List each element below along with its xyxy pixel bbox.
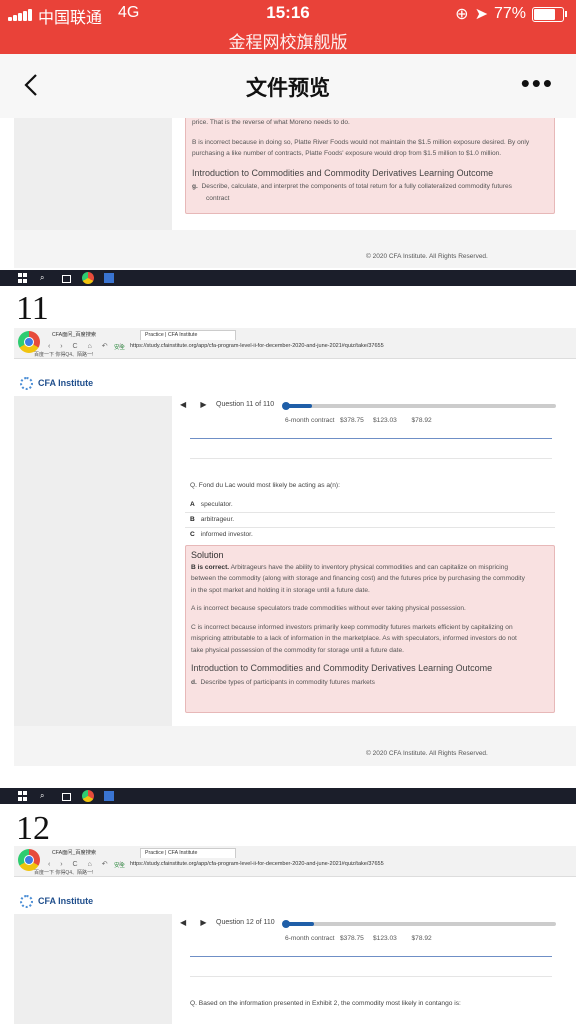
solution-box: Solution B is correct. Arbitrageurs have… bbox=[185, 545, 555, 713]
learning-outcome-heading: Introduction to Commodities and Commodit… bbox=[191, 663, 493, 673]
progress-track[interactable] bbox=[282, 920, 556, 928]
solution-text: mispricing attributable to a lack of inf… bbox=[191, 635, 517, 642]
status-bar: 中国联通 4G 15:16 ⊕ ➤ 77% 金程网校旗舰版 bbox=[0, 0, 576, 54]
solution-text: B is incorrect because in doing so, Plat… bbox=[192, 138, 530, 146]
task-view-icon bbox=[62, 793, 71, 801]
document-preview[interactable]: price. That is the reverse of what Moren… bbox=[0, 118, 576, 1024]
browser-tab[interactable]: CFA面问_百度搜索 bbox=[48, 848, 100, 858]
windows-icon bbox=[18, 273, 28, 283]
exhibit-value: $378.75 bbox=[339, 935, 364, 942]
chrome-taskbar-icon bbox=[82, 272, 94, 284]
answer-option[interactable]: Aspeculator. bbox=[190, 501, 233, 508]
outcome-text: contract bbox=[206, 194, 230, 202]
exhibit-value: $78.92 bbox=[411, 935, 432, 942]
question-nav: ◀ ▶ Question 11 of 110 bbox=[180, 398, 576, 414]
solution-text: C is incorrect because informed investor… bbox=[191, 623, 513, 631]
prev-next-arrows[interactable]: ◀ ▶ bbox=[180, 400, 213, 409]
question-counter: Question 11 of 110 bbox=[216, 401, 275, 408]
outcome-text: Describe, calculate, and interpret the c… bbox=[201, 183, 512, 190]
question-nav: ◀ ▶ Question 12 of 110 bbox=[180, 916, 576, 932]
question-text: Q. Fond du Lac would most likely be acti… bbox=[190, 482, 340, 489]
battery-icon bbox=[532, 6, 567, 22]
cfa-header: CFA Institute bbox=[14, 372, 576, 397]
solution-text: price. That is the reverse of what Moren… bbox=[192, 119, 350, 126]
browser-tab-active[interactable]: Practice | CFA Institute bbox=[140, 330, 236, 340]
cfa-logo-icon bbox=[20, 895, 33, 908]
copyright: © 2020 CFA Institute. All Rights Reserve… bbox=[366, 253, 488, 260]
copyright: © 2020 CFA Institute. All Rights Reserve… bbox=[366, 750, 488, 757]
solution-title: Solution bbox=[191, 550, 224, 560]
browser-window: CFA面问_百度搜索 Practice | CFA Institute ‹ › … bbox=[14, 328, 576, 359]
page-number: 12 bbox=[16, 810, 50, 847]
solution-text: A is incorrect because speculators trade… bbox=[191, 605, 466, 612]
solution-text: purchasing a like number of contracts, P… bbox=[192, 150, 502, 157]
taskbar: ⌕ bbox=[0, 788, 576, 804]
page-title: 文件预览 bbox=[246, 77, 330, 100]
progress-track[interactable] bbox=[282, 402, 556, 410]
solution-text: Arbitrageurs have the ability to invento… bbox=[230, 563, 509, 571]
address-bar[interactable]: https://study.cfainstitute.org/app/cfa-p… bbox=[130, 861, 384, 867]
outcome-text: Describe types of participants in commod… bbox=[200, 678, 375, 686]
learning-outcome-heading: Introduction to Commodities and Commodit… bbox=[192, 167, 494, 178]
exhibit-value: $123.03 bbox=[373, 417, 397, 424]
app-taskbar-icon bbox=[104, 273, 114, 283]
cfa-logo-icon bbox=[20, 377, 33, 390]
nav-bar: 文件预览 ••• bbox=[0, 54, 576, 119]
task-view-icon bbox=[62, 275, 71, 283]
answer-option[interactable]: Barbitrageur. bbox=[190, 516, 234, 523]
progress-knob[interactable] bbox=[282, 920, 290, 928]
solution-text: take physical possession of the commodit… bbox=[191, 646, 404, 654]
question-counter: Question 12 of 110 bbox=[216, 919, 275, 926]
chrome-taskbar-icon bbox=[82, 790, 94, 802]
chrome-icon bbox=[18, 331, 40, 353]
cfa-brand: CFA Institute bbox=[38, 378, 94, 388]
address-bar[interactable]: https://study.cfainstitute.org/app/cfa-p… bbox=[130, 343, 384, 349]
rotation-lock-icon: ⊕ bbox=[455, 6, 469, 23]
more-icon[interactable]: ••• bbox=[521, 70, 554, 96]
correct-answer: B is correct. bbox=[191, 563, 230, 571]
browser-window: CFA面问_百度搜索 Practice | CFA Institute ‹ › … bbox=[14, 846, 576, 877]
progress-knob[interactable] bbox=[282, 402, 290, 410]
question-text: Q. Based on the information presented in… bbox=[190, 1000, 461, 1007]
browser-tab[interactable]: CFA面问_百度搜索 bbox=[48, 330, 100, 340]
location-icon: ➤ bbox=[474, 6, 488, 23]
exhibit-value: $78.92 bbox=[411, 417, 432, 424]
solution-box: price. That is the reverse of what Moren… bbox=[185, 118, 555, 214]
secure-label: 安全 bbox=[114, 345, 126, 351]
exhibit-row: 6-month contract $378.75 $123.03 $78.92 bbox=[285, 935, 432, 942]
cfa-header: CFA Institute bbox=[14, 890, 576, 915]
bookmarks-bar[interactable]: 百度一下 你得Q4、陌路一! bbox=[34, 869, 93, 876]
browser-tab-active[interactable]: Practice | CFA Institute bbox=[140, 848, 236, 858]
solution-text: in the spot market and holding it in sto… bbox=[191, 586, 370, 594]
bookmarks-bar[interactable]: 百度一下 你得Q4、陌路一! bbox=[34, 351, 93, 358]
outcome-letter: g. bbox=[192, 183, 198, 190]
outcome-letter: d. bbox=[191, 678, 197, 686]
battery-percent: 77% bbox=[493, 5, 526, 22]
exhibit-value: $123.03 bbox=[373, 935, 397, 942]
taskbar: ⌕ bbox=[0, 270, 576, 286]
prev-next-arrows[interactable]: ◀ ▶ bbox=[180, 918, 213, 927]
chrome-icon bbox=[18, 849, 40, 871]
page-number: 11 bbox=[16, 290, 49, 327]
exhibit-label: 6-month contract bbox=[285, 935, 335, 942]
search-icon: ⌕ bbox=[40, 273, 45, 282]
solution-text: between the commodity (along with storag… bbox=[191, 575, 525, 582]
secure-label: 安全 bbox=[114, 863, 126, 869]
exhibit-label: 6-month contract bbox=[285, 417, 335, 424]
exhibit-value: $378.75 bbox=[339, 417, 364, 424]
exhibit-row: 6-month contract $378.75 $123.03 $78.92 bbox=[285, 417, 432, 424]
answer-option[interactable]: Cinformed investor. bbox=[190, 531, 253, 538]
app-title: 金程网校旗舰版 bbox=[228, 33, 348, 52]
search-icon: ⌕ bbox=[40, 791, 45, 800]
cfa-brand: CFA Institute bbox=[38, 896, 94, 906]
app-taskbar-icon bbox=[104, 791, 114, 801]
windows-icon bbox=[18, 791, 28, 801]
